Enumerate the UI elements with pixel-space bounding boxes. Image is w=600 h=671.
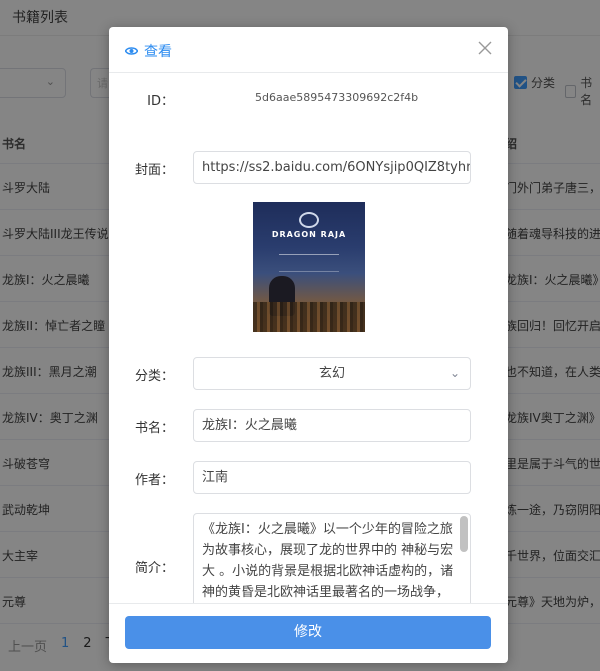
name-input[interactable]: 龙族I：火之晨曦 <box>193 409 471 442</box>
name-label: 书名： <box>134 421 174 436</box>
intro-textarea[interactable]: 《龙族I：火之晨曦》以一个少年的冒险之旅为故事核心，展现了龙的世界中的 神秘与宏… <box>193 513 471 603</box>
author-input[interactable]: 江南 <box>193 461 471 494</box>
cover-image: DRAGON RAJA <box>253 202 365 332</box>
author-label: 作者： <box>134 473 174 488</box>
category-select[interactable]: 玄幻 ⌄ <box>193 357 471 390</box>
category-label: 分类： <box>134 369 174 384</box>
modal-title-text: 查看 <box>144 44 172 60</box>
modal-title: 查看 <box>125 41 172 61</box>
dragon-logo-icon <box>299 212 319 228</box>
category-select-value: 玄幻 <box>318 366 345 381</box>
id-value: 5d6aae5895473309692c2f4b <box>255 91 419 104</box>
eye-icon <box>125 47 138 55</box>
modal-footer: 修改 <box>109 603 508 663</box>
close-icon[interactable] <box>476 39 494 57</box>
intro-label: 简介： <box>134 561 174 576</box>
textarea-scrollbar[interactable] <box>460 516 468 552</box>
cover-image-title: DRAGON RAJA <box>271 230 347 239</box>
cover-label: 封面： <box>134 163 174 178</box>
intro-text: 《龙族I：火之晨曦》以一个少年的冒险之旅为故事核心，展现了龙的世界中的 神秘与宏… <box>202 522 454 600</box>
id-label: ID： <box>147 94 174 109</box>
view-book-modal: 查看 ID： 5d6aae5895473309692c2f4b 封面： http… <box>109 27 508 663</box>
chevron-down-icon: ⌄ <box>449 366 460 380</box>
modify-button[interactable]: 修改 <box>125 616 491 649</box>
modal-header: 查看 <box>109 27 508 73</box>
modal-body: ID： 5d6aae5895473309692c2f4b 封面： https:/… <box>109 73 508 603</box>
cover-url-input[interactable]: https://ss2.baidu.com/6ONYsjip0QIZ8tyhnq… <box>193 151 471 184</box>
